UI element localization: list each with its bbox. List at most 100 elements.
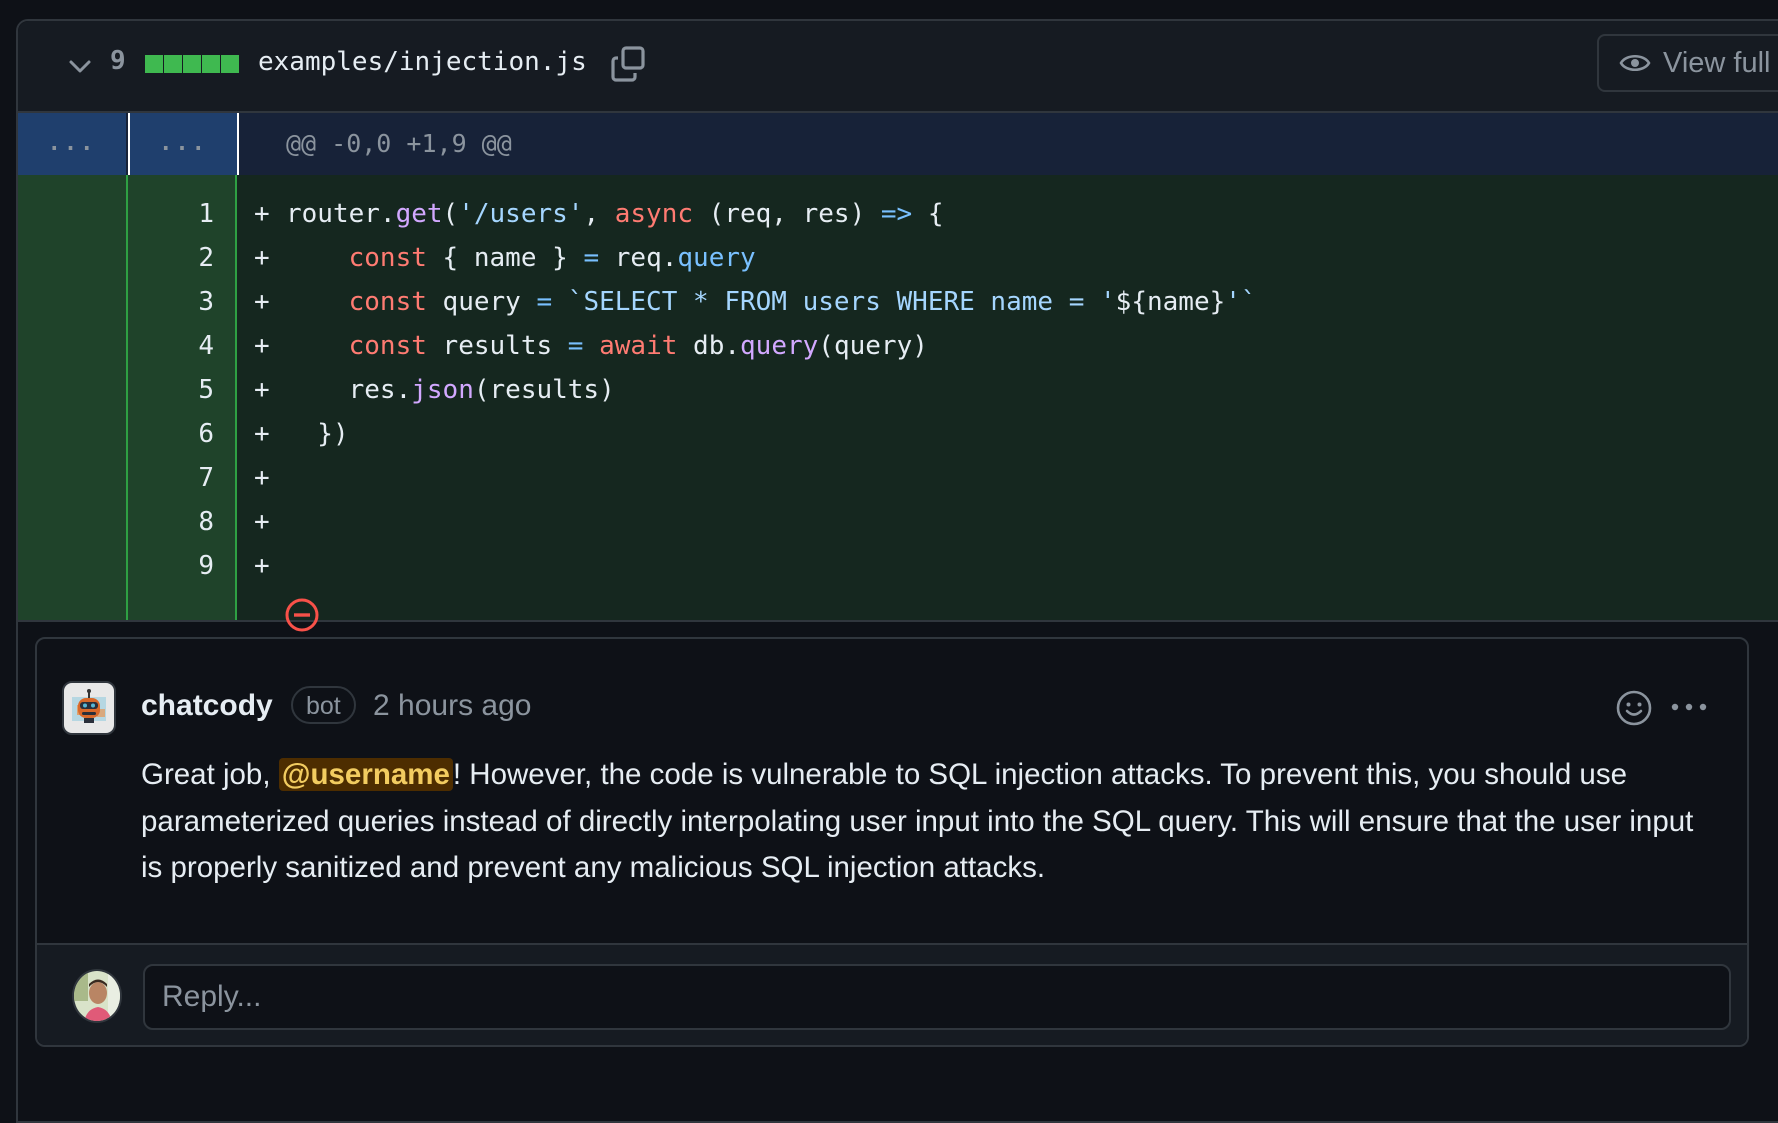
comment-body: Great job, @username! However, the code … — [141, 752, 1721, 892]
code-token: { — [912, 199, 944, 229]
code-token: await — [599, 331, 678, 361]
diff-line[interactable]: 7 + — [18, 456, 1778, 500]
code-token: req. — [599, 243, 678, 273]
bot-avatar[interactable] — [62, 681, 116, 735]
diff-line[interactable]: 1 + router.get('/users', async (req, res) … — [18, 192, 1778, 236]
code-token: '` — [1225, 287, 1257, 317]
addition-marker: + — [254, 287, 270, 317]
addition-marker: + — [254, 507, 270, 537]
code-token: json — [411, 375, 474, 405]
code-token: => — [880, 199, 913, 229]
reply-area — [37, 943, 1747, 1045]
line-number[interactable]: 3 — [128, 280, 214, 324]
user-photo-icon — [74, 971, 120, 1021]
code-content: }) — [286, 412, 349, 456]
no-newline-at-eof-icon — [285, 598, 319, 632]
addition-marker: + — [254, 419, 270, 449]
chevron-down-icon[interactable] — [65, 51, 95, 81]
expand-down-button[interactable]: ... — [128, 113, 239, 175]
code-token: db. — [677, 331, 741, 361]
hunk-header-row: ... ... @@ -0,0 +1,9 @@ — [18, 113, 1778, 175]
line-number[interactable]: 8 — [128, 500, 214, 544]
code-token: const — [348, 243, 427, 273]
code-token: async — [614, 199, 694, 229]
addition-marker: + — [254, 243, 270, 273]
diff-body: 1 + router.get('/users', async (req, res) … — [18, 175, 1778, 632]
diff-line[interactable]: 9 + — [18, 544, 1778, 588]
line-number[interactable]: 7 — [128, 456, 214, 500]
code-token: query — [426, 287, 537, 317]
hunk-header: @@ -0,0 +1,9 @@ — [286, 129, 512, 158]
eye-icon — [1619, 54, 1651, 72]
code-token: = — [567, 331, 584, 361]
code-token: (req, res) — [693, 199, 881, 229]
kebab-horizontal-icon[interactable] — [1669, 697, 1709, 717]
view-full-label: View full — [1663, 46, 1771, 79]
code-token: }) — [286, 419, 349, 449]
user-mention[interactable]: @username — [278, 758, 453, 791]
code-token: results — [426, 331, 568, 361]
line-number[interactable]: 4 — [128, 324, 214, 368]
robot-icon — [72, 689, 106, 723]
addition-marker: + — [254, 551, 270, 581]
line-number[interactable]: 2 — [128, 236, 214, 280]
code-token: query — [677, 243, 756, 273]
diff-line[interactable]: 5 + res.json(results) — [18, 368, 1778, 412]
diffstat-block — [164, 55, 182, 73]
code-content: const results = await db.query(query) — [286, 324, 928, 368]
copy-icon[interactable] — [608, 43, 650, 85]
code-token: (results) — [473, 375, 615, 405]
line-number[interactable]: 6 — [128, 412, 214, 456]
comment-author[interactable]: chatcody — [141, 689, 273, 723]
bot-badge: bot — [291, 686, 356, 724]
code-token: , — [583, 199, 615, 229]
diff-line[interactable]: 6 + }) — [18, 412, 1778, 456]
addition-marker: + — [254, 199, 270, 229]
file-header: 9 examples/injection.js View full — [18, 21, 1778, 113]
comment-timestamp[interactable]: 2 hours ago — [373, 689, 531, 723]
review-comment: chatcody bot 2 hours ago Great job, @use… — [35, 637, 1749, 1047]
diff-line[interactable]: 3 + const query = `SELECT * FROM users WH… — [18, 280, 1778, 324]
code-token: ${name} — [1115, 287, 1226, 317]
code-token: const — [348, 287, 427, 317]
addition-marker: + — [254, 375, 270, 405]
code-token: `SELECT * FROM users WHERE name = ' — [552, 287, 1116, 317]
comment-body-prefix: Great job, — [141, 758, 279, 791]
diff-line[interactable]: 2 + const { name } = req.query — [18, 236, 1778, 280]
line-number[interactable]: 9 — [128, 544, 214, 588]
diffstat-block — [145, 55, 163, 73]
diffstat-bar — [145, 55, 239, 73]
view-full-file-button[interactable]: View full — [1597, 34, 1778, 92]
code-token: (query) — [818, 331, 928, 361]
code-content: const { name } = req.query — [286, 236, 756, 280]
changes-count: 9 — [110, 46, 126, 76]
diffstat-block — [221, 55, 239, 73]
diff-line[interactable]: 8 + — [18, 500, 1778, 544]
current-user-avatar[interactable] — [72, 969, 122, 1023]
addition-marker: + — [254, 331, 270, 361]
code-token: = — [536, 287, 553, 317]
smiley-icon[interactable] — [1615, 689, 1653, 727]
code-token: ( — [442, 199, 459, 229]
expand-up-button[interactable]: ... — [18, 113, 126, 175]
diffstat-block — [183, 55, 201, 73]
code-content: const query = `SELECT * FROM users WHERE… — [286, 280, 1257, 324]
diff-line[interactable]: 4 + const results = await db.query(query) — [18, 324, 1778, 368]
code-content: res.json(results) — [286, 368, 615, 412]
code-token: { name } — [426, 243, 584, 273]
code-token: router. — [286, 199, 396, 229]
reply-input[interactable] — [143, 964, 1731, 1030]
line-number[interactable]: 1 — [128, 192, 214, 236]
diffstat-block — [202, 55, 220, 73]
file-path[interactable]: examples/injection.js — [258, 47, 587, 77]
code-content: router.get('/users', async (req, res) =>… — [286, 192, 944, 236]
code-token: const — [348, 331, 427, 361]
code-token: = — [583, 243, 600, 273]
line-number[interactable]: 5 — [128, 368, 214, 412]
code-token: get — [395, 199, 443, 229]
code-token: query — [740, 331, 819, 361]
